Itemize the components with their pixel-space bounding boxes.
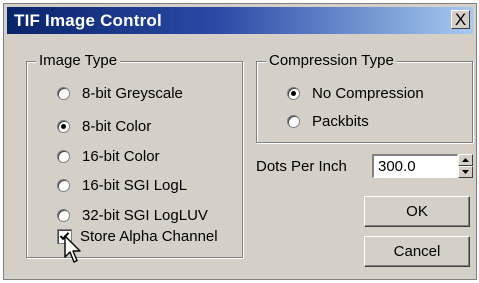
- spinner-down-button[interactable]: [458, 166, 473, 178]
- window-title: TIF Image Control: [14, 11, 162, 30]
- radio-circle[interactable]: [287, 115, 300, 128]
- radio-circle[interactable]: [57, 150, 70, 163]
- dpi-spinner[interactable]: [458, 154, 473, 178]
- spinner-down-icon: [462, 170, 469, 174]
- radio-circle[interactable]: [57, 179, 70, 192]
- dpi-input[interactable]: 300.0: [372, 154, 458, 178]
- radio-16bit-color[interactable]: 16-bit Color: [57, 148, 160, 165]
- compression-type-group: Compression Type: [256, 52, 473, 143]
- radio-32bit-sgi-logluv[interactable]: 32-bit SGI LogLUV: [57, 207, 208, 224]
- radio-label: 16-bit SGI LogL: [82, 177, 188, 194]
- spinner-up-icon: [462, 158, 469, 162]
- radio-8bit-greyscale[interactable]: 8-bit Greyscale: [57, 85, 183, 102]
- checkbox-label: Store Alpha Channel: [80, 228, 218, 245]
- close-icon: X: [454, 10, 467, 29]
- ok-button[interactable]: OK: [364, 196, 470, 227]
- radio-8bit-color[interactable]: 8-bit Color: [57, 118, 151, 135]
- close-button[interactable]: X: [451, 10, 470, 29]
- radio-label: 8-bit Greyscale: [82, 85, 183, 102]
- radio-circle[interactable]: [287, 87, 300, 100]
- title-bar[interactable]: TIF Image Control X: [7, 7, 473, 34]
- dpi-label: Dots Per Inch: [256, 158, 347, 175]
- image-type-group-title: Image Type: [36, 52, 121, 69]
- radio-label: Packbits: [312, 113, 369, 130]
- cancel-button[interactable]: Cancel: [364, 236, 470, 267]
- radio-label: No Compression: [312, 85, 424, 102]
- mouse-pointer-icon: [64, 235, 81, 263]
- compression-type-group-title: Compression Type: [266, 52, 397, 69]
- radio-circle[interactable]: [57, 87, 70, 100]
- radio-packbits[interactable]: Packbits: [287, 113, 369, 130]
- radio-label: 32-bit SGI LogLUV: [82, 207, 208, 224]
- radio-label: 16-bit Color: [82, 148, 160, 165]
- spinner-up-button[interactable]: [458, 154, 473, 166]
- radio-no-compression[interactable]: No Compression: [287, 85, 424, 102]
- radio-16bit-sgi-logl[interactable]: 16-bit SGI LogL: [57, 177, 187, 194]
- radio-circle[interactable]: [57, 120, 70, 133]
- radio-label: 8-bit Color: [82, 118, 152, 135]
- radio-circle[interactable]: [57, 209, 70, 222]
